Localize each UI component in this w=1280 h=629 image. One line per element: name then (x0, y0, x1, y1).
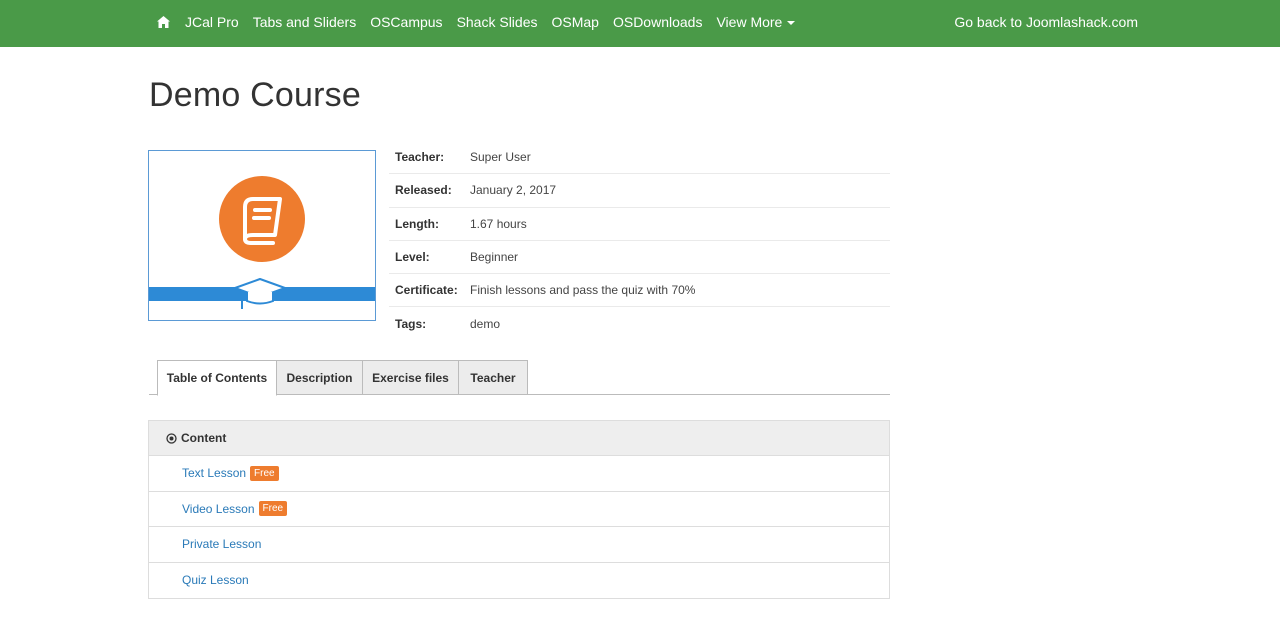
caret-down-icon (787, 20, 796, 25)
nav-menu: JCal Pro Tabs and Sliders OSCampus Shack… (156, 0, 809, 43)
lesson-link-text-lesson[interactable]: Text Lesson (182, 466, 246, 480)
lesson-row: Text Lesson Free (149, 456, 889, 492)
home-icon[interactable] (156, 15, 171, 29)
content-panel: Content Text Lesson Free Video Lesson Fr… (148, 420, 890, 599)
page-title: Demo Course (149, 76, 361, 114)
lesson-row: Private Lesson (149, 527, 889, 563)
tab-description[interactable]: Description (276, 360, 363, 395)
nav-item-osdownloads[interactable]: OSDownloads (613, 14, 703, 30)
info-label: Tags: (395, 317, 427, 332)
content-section-header[interactable]: Content (149, 421, 889, 456)
info-row-teacher: Teacher: Super User (389, 141, 890, 175)
tab-table-of-contents[interactable]: Table of Contents (157, 360, 277, 396)
course-info-table: Teacher: Super User Released: January 2,… (389, 141, 890, 341)
info-value: Finish lessons and pass the quiz with 70… (470, 283, 696, 298)
info-label: Level: (395, 250, 430, 265)
back-to-site-link[interactable]: Go back to Joomlashack.com (954, 0, 1138, 43)
lesson-link-private-lesson[interactable]: Private Lesson (182, 537, 261, 551)
book-graduation-cap-icon (149, 176, 375, 309)
nav-item-oscampus[interactable]: OSCampus (370, 14, 442, 30)
info-value: January 2, 2017 (470, 183, 557, 198)
info-row-tags: Tags: demo (389, 307, 890, 340)
info-label: Length: (395, 216, 439, 231)
top-navbar: JCal Pro Tabs and Sliders OSCampus Shack… (0, 0, 1280, 47)
nav-item-jcal-pro[interactable]: JCal Pro (185, 14, 239, 30)
info-value: Super User (470, 150, 531, 165)
lesson-row: Quiz Lesson (149, 563, 889, 599)
lesson-row: Video Lesson Free (149, 492, 889, 527)
tab-exercise-files[interactable]: Exercise files (362, 360, 459, 395)
free-badge: Free (258, 501, 288, 517)
course-image (148, 150, 376, 321)
nav-item-tabs-and-sliders[interactable]: Tabs and Sliders (253, 14, 357, 30)
view-more-label: View More (716, 13, 783, 30)
info-row-released: Released: January 2, 2017 (389, 174, 890, 208)
free-badge: Free (250, 465, 279, 481)
info-row-level: Level: Beginner (389, 241, 890, 275)
nav-item-shack-slides[interactable]: Shack Slides (457, 14, 538, 30)
info-value: 1.67 hours (470, 216, 527, 231)
tab-teacher[interactable]: Teacher (458, 360, 528, 395)
info-row-length: Length: 1.67 hours (389, 208, 890, 241)
info-label: Teacher: (395, 150, 445, 165)
course-tabs: Table of Contents Description Exercise f… (149, 360, 890, 396)
info-value: Beginner (470, 250, 519, 265)
info-row-certificate: Certificate: Finish lessons and pass the… (389, 274, 890, 308)
circle-dot-icon (166, 432, 177, 444)
info-value: demo (470, 317, 501, 332)
content-section-title: Content (181, 431, 227, 445)
nav-item-view-more[interactable]: View More (716, 13, 796, 30)
lesson-link-video-lesson[interactable]: Video Lesson (182, 502, 255, 516)
info-label: Certificate: (395, 283, 458, 298)
nav-item-osmap[interactable]: OSMap (552, 14, 599, 30)
lesson-link-quiz-lesson[interactable]: Quiz Lesson (182, 573, 249, 587)
info-label: Released: (395, 183, 452, 198)
